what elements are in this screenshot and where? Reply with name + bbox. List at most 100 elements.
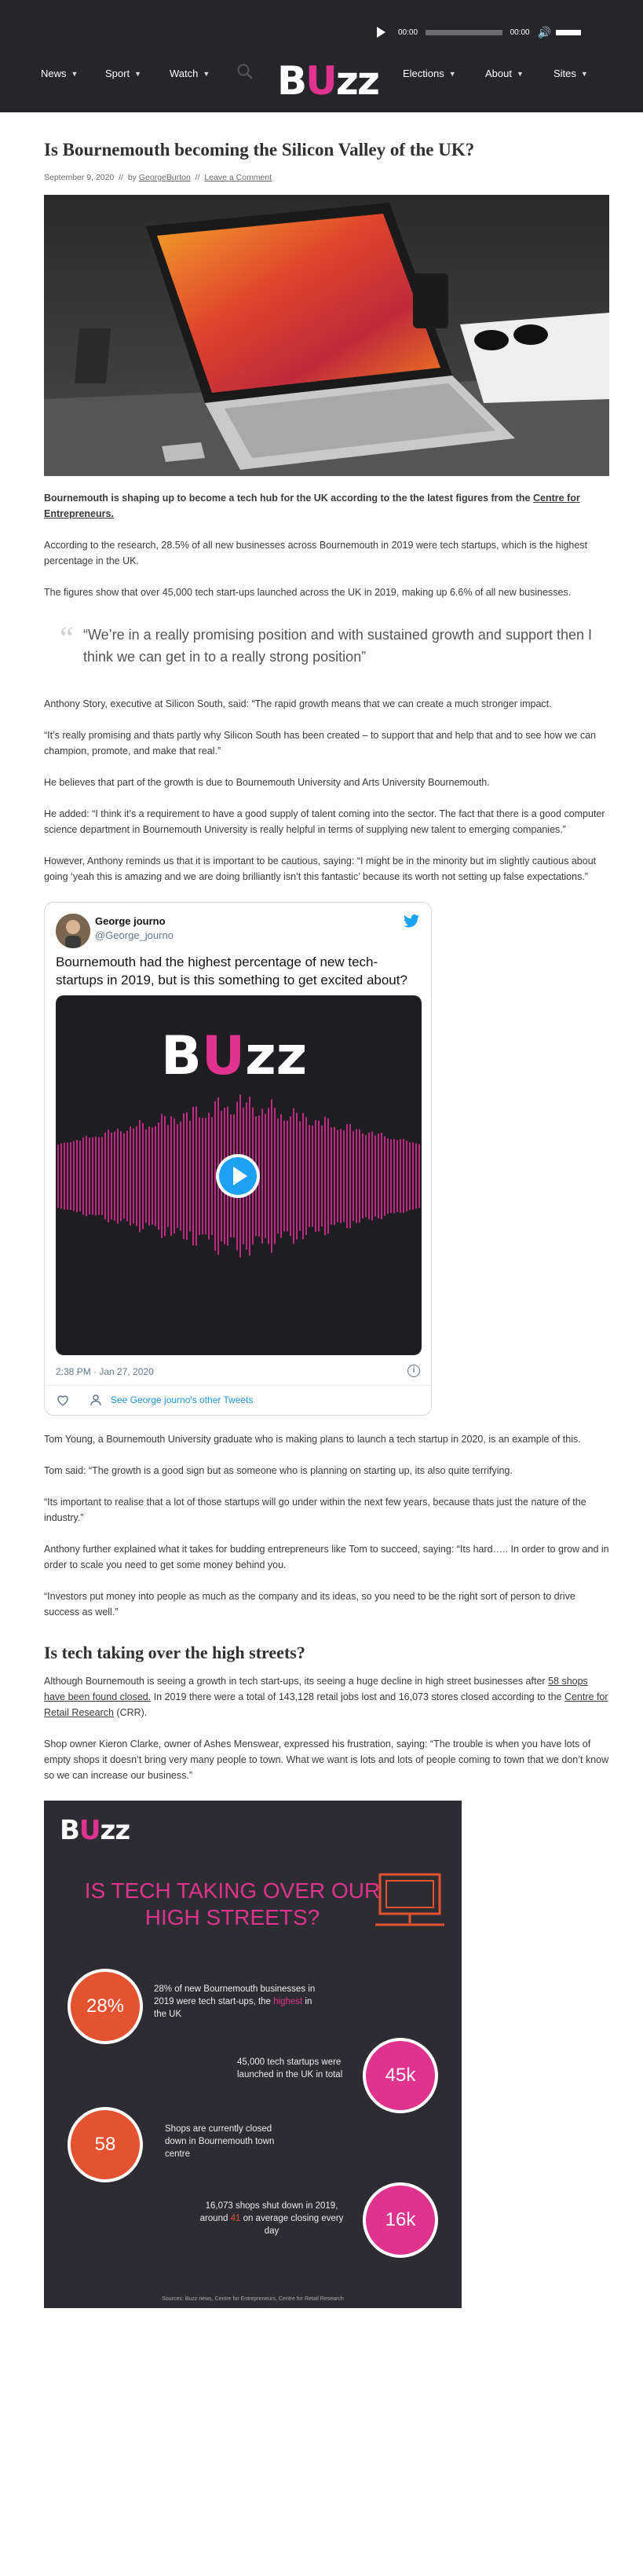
waveform-bar [418,1144,420,1208]
waveform-bar [365,1134,367,1218]
waveform-bar [312,1125,313,1227]
article: Is Bournemouth becoming the Silicon Vall… [44,112,609,2308]
nav-item-sport[interactable]: Sport ▼ [105,68,141,79]
logo-letter-u: U [305,58,338,104]
waveform-bar [142,1123,144,1229]
waveform-bar [130,1127,131,1226]
nav-item-watch[interactable]: Watch ▼ [170,68,210,79]
waveform-bar [293,1108,294,1244]
waveform-bar [280,1114,282,1238]
stat-text: 45,000 tech startups were launched in th… [237,2058,343,2079]
waveform-bar [145,1129,147,1223]
stat-highlight: highest [273,1997,303,2006]
waveform-bar [359,1129,360,1223]
paragraph: Tom said: “The growth is a good sign but… [44,1465,513,1476]
waveform-bar [305,1116,307,1236]
waveform-bar [403,1138,404,1214]
article-title: Is Bournemouth becoming the Silicon Vall… [44,140,475,159]
volume-slider[interactable] [556,29,581,35]
nav-item-about[interactable]: About ▼ [485,68,524,79]
paragraph: He added: “I think it’s a requirement to… [44,808,605,835]
waveform-bar [299,1121,301,1231]
paragraph: Tom Young, a Bournemouth University grad… [44,1434,581,1445]
waveform-bar [349,1123,351,1229]
byline-prefix: by [127,173,137,182]
nav-item-news[interactable]: News ▼ [41,68,78,79]
video-logo: BUzz [161,1025,307,1087]
waveform-bar [356,1129,357,1223]
play-icon[interactable] [377,27,385,38]
chevron-down-icon: ▼ [71,69,79,78]
lead-paragraph: Bournemouth is shaping up to become a te… [44,490,609,522]
waveform-bar [67,1142,68,1210]
logo-letter-b: B [277,58,307,104]
laptop-desk-photo [44,195,609,476]
tweet-video[interactable]: BUzz [56,995,422,1355]
author-link[interactable]: GeorgeBurton [139,173,191,182]
nav-item-label: About [485,68,512,79]
section-heading: Is tech taking over the high streets? [44,1643,305,1662]
nav-item-sites[interactable]: Sites ▼ [553,68,588,79]
tweet-text: Bournemouth had the highest percentage o… [56,955,407,988]
waveform-bar [180,1121,181,1231]
waveform-bar [324,1116,326,1236]
waveform-bar [76,1140,78,1212]
tweet-author-handle[interactable]: @George_journo [95,929,174,941]
pull-quote: “ “We’re in a really promising position … [44,620,609,668]
waveform-bar [409,1141,411,1211]
waveform-bar [296,1112,298,1240]
waveform-bar [111,1132,112,1220]
waveform-bar [362,1133,364,1219]
waveform-bar [136,1126,137,1226]
stat-text-part: on average closing every day [240,2214,344,2236]
heart-icon[interactable] [56,1393,70,1407]
leave-comment-link[interactable]: Leave a Comment [204,173,272,182]
nav-item-label: News [41,68,67,79]
waveform-bar [92,1137,93,1215]
volume-icon[interactable]: 🔊 [538,26,551,39]
waveform-bar [98,1137,100,1215]
nav-item-elections[interactable]: Elections ▼ [403,68,456,79]
avatar[interactable] [56,914,90,948]
pull-quote-text: “We’re in a really promising position an… [83,627,593,665]
tweet-timestamp[interactable]: 2:38 PM · Jan 27, 2020 [56,1366,154,1377]
waveform-bar [202,1117,203,1235]
chevron-down-icon: ▼ [448,69,456,78]
twitter-bird-icon[interactable] [403,914,420,929]
waveform-bar [277,1118,279,1234]
tweet-author-name[interactable]: George journo [95,915,166,927]
waveform-bar [208,1112,210,1240]
waveform-bar [170,1116,172,1237]
waveform-bar [70,1141,71,1211]
lead-text: Bournemouth is shaping up to become a te… [44,493,533,504]
waveform-bar [167,1125,169,1227]
waveform-bar [73,1141,75,1211]
info-icon[interactable]: i [407,1365,420,1377]
waveform-bar [164,1116,166,1237]
chevron-down-icon: ▼ [580,69,588,78]
waveform-bar [177,1123,178,1229]
hero-image [44,195,609,476]
paragraph: However, Anthony reminds us that it is i… [44,856,597,882]
waveform-bar [302,1112,304,1240]
waveform-bar [268,1108,269,1244]
stat-text: Shops are currently closed down in Bourn… [165,2124,275,2159]
audio-progress-track[interactable] [426,29,502,35]
waveform-bar [368,1132,370,1220]
logo-letter-b: B [60,1815,80,1846]
monitor-icon [375,1873,444,1926]
search-icon[interactable] [236,63,254,80]
waveform-bar [381,1132,382,1220]
chevron-down-icon: ▼ [134,69,141,78]
waveform-bar [82,1137,84,1215]
see-other-tweets-link[interactable]: See George journo's other Tweets [111,1394,254,1405]
waveform-bar [79,1140,81,1212]
site-logo[interactable]: BUzz [277,58,380,104]
waveform-bar [183,1112,184,1240]
waveform-bar [346,1123,348,1229]
waveform-bar [155,1126,156,1226]
embedded-tweet[interactable]: George journo @George_journo Bournemouth… [44,902,432,1416]
person-icon[interactable] [89,1393,103,1407]
audio-player[interactable]: 00:00 00:00 🔊 [377,24,581,41]
paragraph: Shop owner Kieron Clarke, owner of Ashes… [44,1739,609,1781]
